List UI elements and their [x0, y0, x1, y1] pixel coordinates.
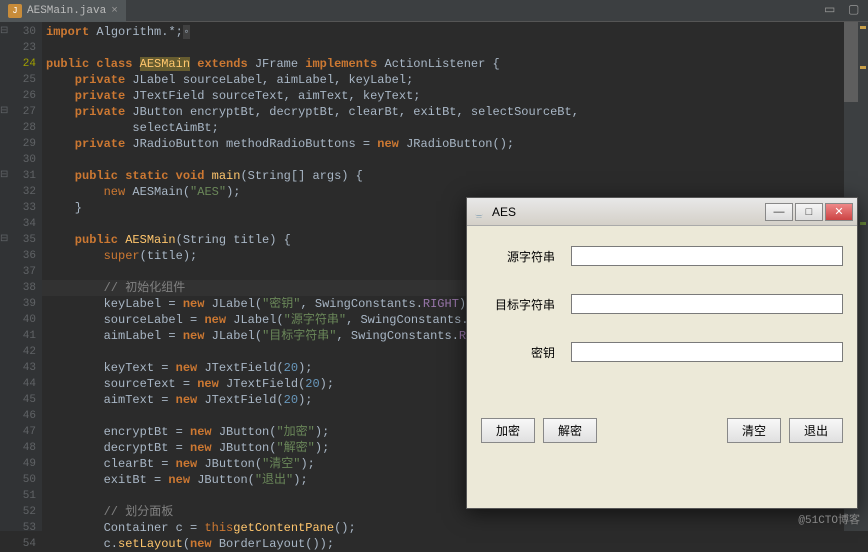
window-titlebar[interactable]: AES — □ ✕ — [467, 198, 857, 226]
key-label: 密钥 — [481, 344, 571, 361]
tab-bar: J AESMain.java × ▭ ▢ — [0, 0, 868, 22]
clear-button[interactable]: 清空 — [727, 418, 781, 443]
minimize-button[interactable]: — — [765, 203, 793, 221]
exit-button[interactable]: 退出 — [789, 418, 843, 443]
maximize-icon[interactable]: ▢ — [848, 2, 862, 16]
aim-label: 目标字符串 — [481, 296, 571, 313]
aim-input[interactable] — [571, 294, 843, 314]
minimize-icon[interactable]: ▭ — [824, 2, 838, 16]
close-button[interactable]: ✕ — [825, 203, 853, 221]
java-file-icon: J — [8, 4, 22, 18]
aes-window: AES — □ ✕ 源字符串 目标字符串 密钥 加密 解密 清空 退出 — [466, 197, 858, 509]
close-icon[interactable]: × — [111, 5, 118, 17]
marker-bar — [858, 22, 868, 531]
key-input[interactable] — [571, 342, 843, 362]
java-icon — [471, 204, 487, 220]
source-label: 源字符串 — [481, 248, 571, 265]
encrypt-button[interactable]: 加密 — [481, 418, 535, 443]
line-gutter: 30 23 24 25 26 27 28 29 30 31 32 33 34 3… — [0, 22, 42, 531]
tab-filename: AESMain.java — [27, 5, 106, 17]
decrypt-button[interactable]: 解密 — [543, 418, 597, 443]
window-title: AES — [492, 205, 765, 219]
source-input[interactable] — [571, 246, 843, 266]
watermark: @51CTO博客 — [798, 511, 860, 527]
file-tab[interactable]: J AESMain.java × — [0, 0, 126, 22]
maximize-button[interactable]: □ — [795, 203, 823, 221]
